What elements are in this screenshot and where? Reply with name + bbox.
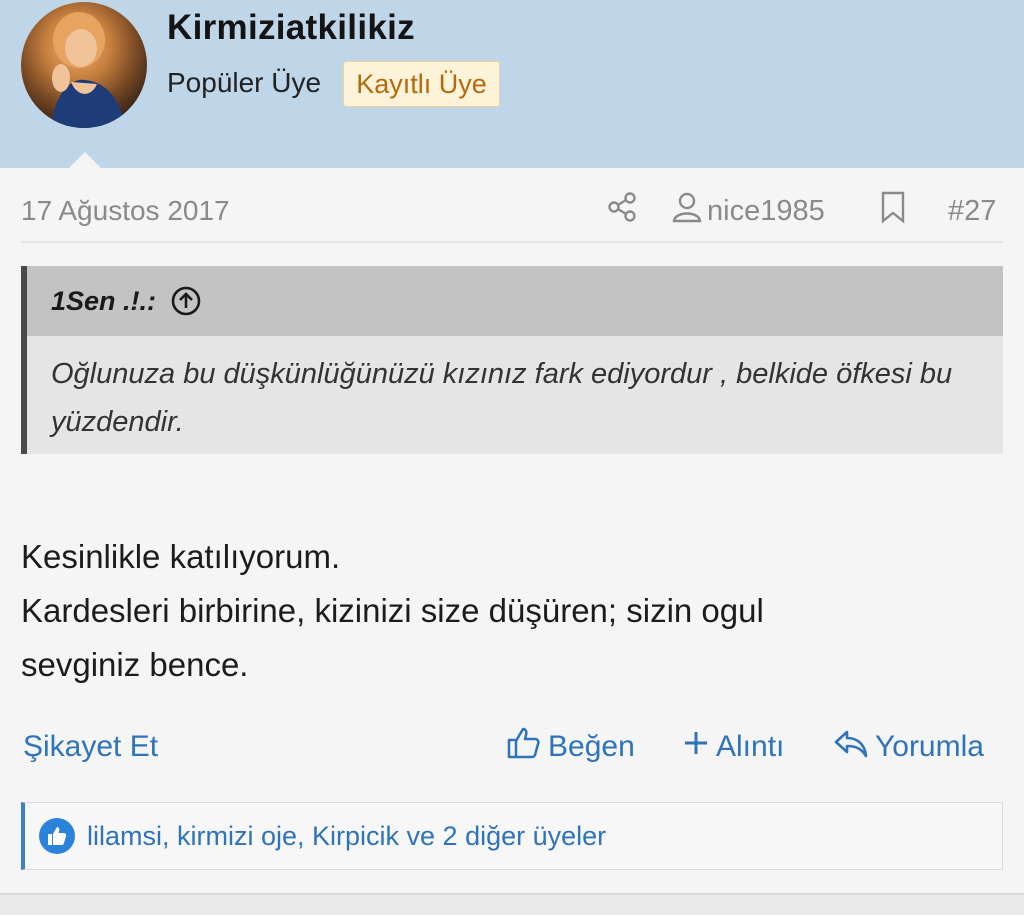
avatar[interactable] [21,2,147,128]
quote-label: Alıntı [716,730,785,763]
share-button[interactable] [605,190,639,232]
post-message: Kesinlikle katılıyorum. Kardesleri birbi… [21,530,1001,692]
user-rank: Popüler Üye [167,67,322,98]
user-icon [671,190,703,232]
reply-label: Yorumla [875,730,984,763]
reply-icon [833,726,875,768]
bookmark-button[interactable] [878,190,908,232]
quote-text: Oğlunuza bu düşkünlüğünüzü kızınız fark … [51,358,953,438]
author-name[interactable]: nice1985 [707,195,825,228]
bookmark-icon [878,190,908,232]
post-number[interactable]: #27 [948,190,996,232]
plus-icon [682,729,716,765]
author-link[interactable]: nice1985 [671,190,825,232]
message-line: Kardesleri birbirine, kizinizi size düşü… [21,592,764,629]
reply-button[interactable]: Yorumla [833,726,984,768]
report-label: Şikayet Et [23,730,159,763]
reactions-bar[interactable]: lilamsi, kirmizi oje, Kirpicik ve 2 diğe… [21,802,1003,870]
message-line: sevginiz bence. [21,646,249,683]
reaction-like-icon [39,818,75,854]
quote-block: 1Sen .!.: Oğlunuza bu düşkünlüğünüzü kız… [21,266,1003,454]
message-line: Kesinlikle katılıyorum. [21,538,341,575]
thumbs-up-icon [506,725,548,769]
like-label: Beğen [548,730,635,763]
username[interactable]: Kirmiziatkilikiz [167,8,415,48]
share-icon [605,190,639,232]
post-date[interactable]: 17 Ağustos 2017 [21,195,230,227]
like-button[interactable]: Beğen [506,726,635,768]
quote-author: 1Sen .!.: [51,285,157,316]
user-header [0,0,1024,168]
reactions-text[interactable]: lilamsi, kirmizi oje, Kirpicik ve 2 diğe… [87,821,606,852]
footer-divider [0,893,1024,915]
header-pointer [68,152,102,169]
arrow-up-circle-icon[interactable] [170,285,202,317]
report-button[interactable]: Şikayet Et [23,726,158,768]
quote-button[interactable]: Alıntı [682,726,784,768]
quote-header[interactable]: 1Sen .!.: [27,266,1003,336]
user-badge: Kayıtlı Üye [343,61,500,107]
divider [21,241,1003,243]
